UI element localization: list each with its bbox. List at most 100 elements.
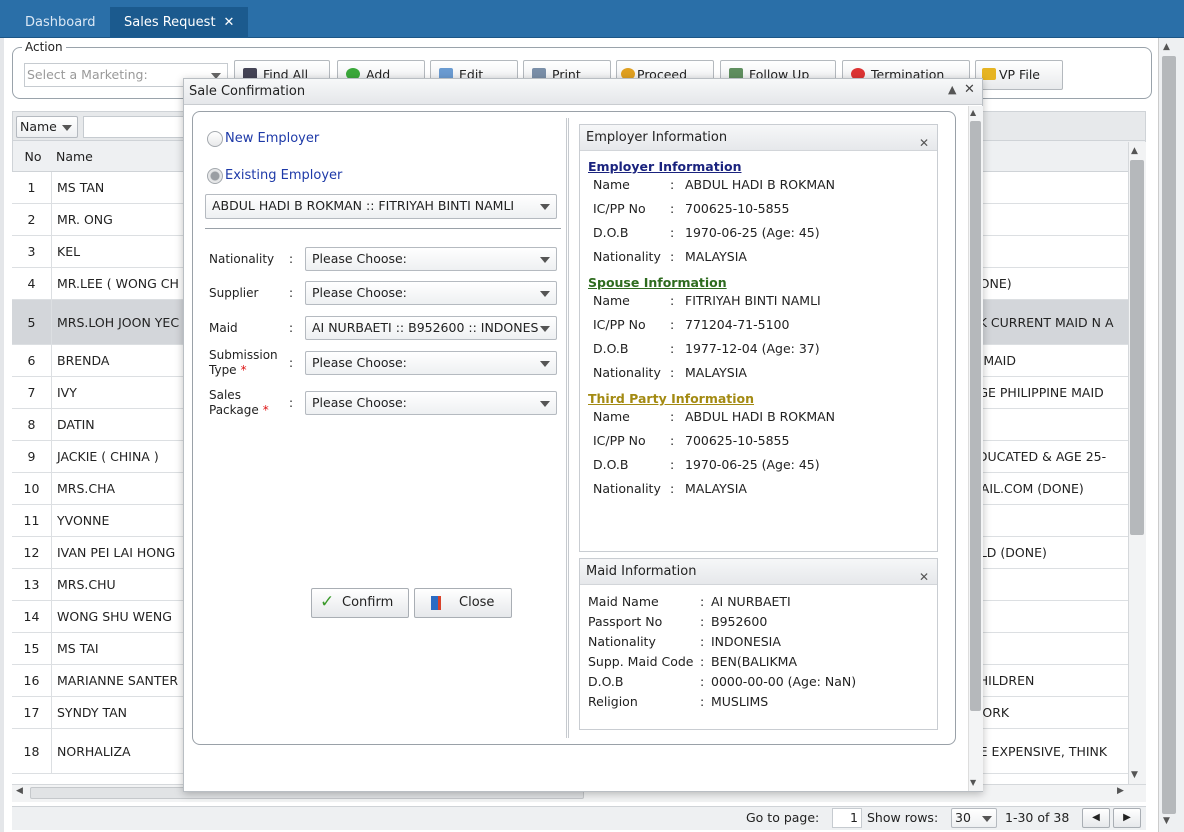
info-value: 1970-06-25 (Age: 45) [685,225,820,240]
chevron-down-icon [540,257,550,263]
dialog-scroll-down-icon[interactable]: ▼ [970,778,976,787]
field-select[interactable]: AI NURBAETI :: B952600 :: INDONESIA [305,316,557,340]
cell-name: MRS.LOH JOON YEC [57,315,180,330]
tab-dashboard[interactable]: Dashboard [11,7,110,38]
label-text: Supplier [209,286,259,300]
page-range: 1-30 of 38 [1005,810,1070,825]
page-scrollbar-thumb[interactable] [1162,56,1176,814]
dialog-scrollbar-thumb[interactable] [970,121,981,711]
info-key: IC/PP No [593,201,646,216]
vp-file-button[interactable]: VP File [975,60,1063,90]
minimize-icon[interactable]: ▲ [948,83,956,96]
scroll-down-icon[interactable]: ▼ [1131,770,1138,780]
next-page-button[interactable]: ▶ [1113,808,1141,828]
close-icon[interactable]: ✕ [964,82,975,97]
maid-colon: : [700,694,705,709]
info-key: IC/PP No [593,317,646,332]
cell-name: MR. ONG [57,212,113,227]
cell-no: 8 [12,409,52,440]
info-value: 1977-12-04 (Age: 37) [685,341,820,356]
confirm-button[interactable]: ✓ Confirm [311,588,409,618]
field-select[interactable]: Please Choose: [305,351,557,375]
rows-per-page-select[interactable]: 30 [951,808,997,828]
dialog-scroll-up-icon[interactable]: ▲ [970,108,976,117]
info-key: Name [593,177,630,192]
dialog-header: Sale Confirmation ▲ ✕ [184,79,982,105]
cell-no: 4 [12,268,52,299]
close-icon[interactable]: ✕ [224,15,235,30]
cell-no: 2 [12,204,52,235]
page-input[interactable]: 1 [832,808,862,828]
employer-info-panel: Employer Information ✕ Employer Informati… [579,124,938,552]
employer-panel-header: Employer Information ✕ [580,125,937,151]
grid-scrollbar-thumb[interactable] [1130,160,1144,535]
filter-input[interactable] [83,116,193,138]
action-legend: Action [22,40,66,54]
new-employer-radio[interactable] [207,131,223,147]
field-select[interactable]: Please Choose: [305,247,557,271]
cell-remark: MAIL.COM (DONE) [970,481,1084,496]
maid-key: D.O.B [588,674,624,689]
field-colon: : [289,286,294,300]
info-colon: : [670,249,675,264]
info-colon: : [670,365,675,380]
employer-panel-title: Employer Information [586,130,728,145]
cell-name: MARIANNE SANTER [57,673,179,688]
cell-name: YVONNE [57,513,110,528]
folder-icon [982,68,996,80]
cell-name: MRS.CHU [57,577,116,592]
label-text: Maid [209,321,238,335]
chevron-down-icon [540,291,550,297]
scroll-up-icon[interactable]: ▲ [1131,146,1138,156]
field-colon: : [289,396,294,410]
field-value: Please Choose: [312,251,407,266]
close-button[interactable]: Close [414,588,512,618]
vp-file-label: VP File [999,67,1040,82]
close-icon[interactable]: ✕ [919,130,929,156]
cell-no: 12 [12,537,52,568]
chevron-down-icon [540,204,550,210]
maid-colon: : [700,614,705,629]
maid-key: Supp. Maid Code [588,654,694,669]
cell-remark: DONE) [970,276,1012,291]
info-value: 771204-71-5100 [685,317,790,332]
label-text: Nationality [209,252,275,266]
section-heading: Third Party Information [588,391,755,406]
info-key: Name [593,293,630,308]
filter-field-select[interactable]: Name [16,116,78,138]
prev-page-button[interactable]: ◀ [1082,808,1110,828]
cell-name: KEL [57,244,81,259]
existing-employer-label[interactable]: Existing Employer [225,168,342,183]
cell-no: 13 [12,569,52,600]
cell-name: SYNDY TAN [57,705,128,720]
employer-select-value: ABDUL HADI B ROKMAN :: FITRIYAH BINTI NA… [212,198,515,213]
info-value: 1970-06-25 (Age: 45) [685,457,820,472]
maid-value: BEN(BALIKMA [711,654,798,669]
cell-remark: EDUCATED & AGE 25- [970,449,1107,464]
header-name[interactable]: Name [56,149,93,164]
dialog-body: New Employer Existing Employer ABDUL HAD… [192,111,956,745]
cell-no: 10 [12,473,52,504]
required-marker: * [240,363,247,377]
cell-remark: N MAID [970,353,1016,368]
employer-select[interactable]: ABDUL HADI B ROKMAN :: FITRIYAH BINTI NA… [205,194,557,219]
scroll-left-icon[interactable]: ◀ [16,786,23,796]
new-employer-label[interactable]: New Employer [225,131,319,146]
chevron-down-icon [540,361,550,367]
close-icon[interactable]: ✕ [919,564,929,590]
scroll-right-icon[interactable]: ▶ [1117,786,1124,796]
cell-name: BRENDA [57,353,110,368]
page-scroll-down-icon[interactable]: ▼ [1163,816,1170,826]
field-select[interactable]: Please Choose: [305,281,557,305]
field-select[interactable]: Please Choose: [305,391,557,415]
page-scroll-up-icon[interactable]: ▲ [1163,42,1170,52]
existing-employer-radio[interactable] [207,168,223,184]
tab-sales-request[interactable]: Sales Request ✕ [110,7,249,38]
info-value: ABDUL HADI B ROKMAN [685,409,836,424]
cell-remark: CHILDREN [970,673,1035,688]
cell-no: 6 [12,345,52,376]
info-value: 700625-10-5855 [685,201,790,216]
field-value: Please Choose: [312,395,407,410]
header-no[interactable]: No [13,149,53,164]
splitter[interactable] [566,118,569,738]
